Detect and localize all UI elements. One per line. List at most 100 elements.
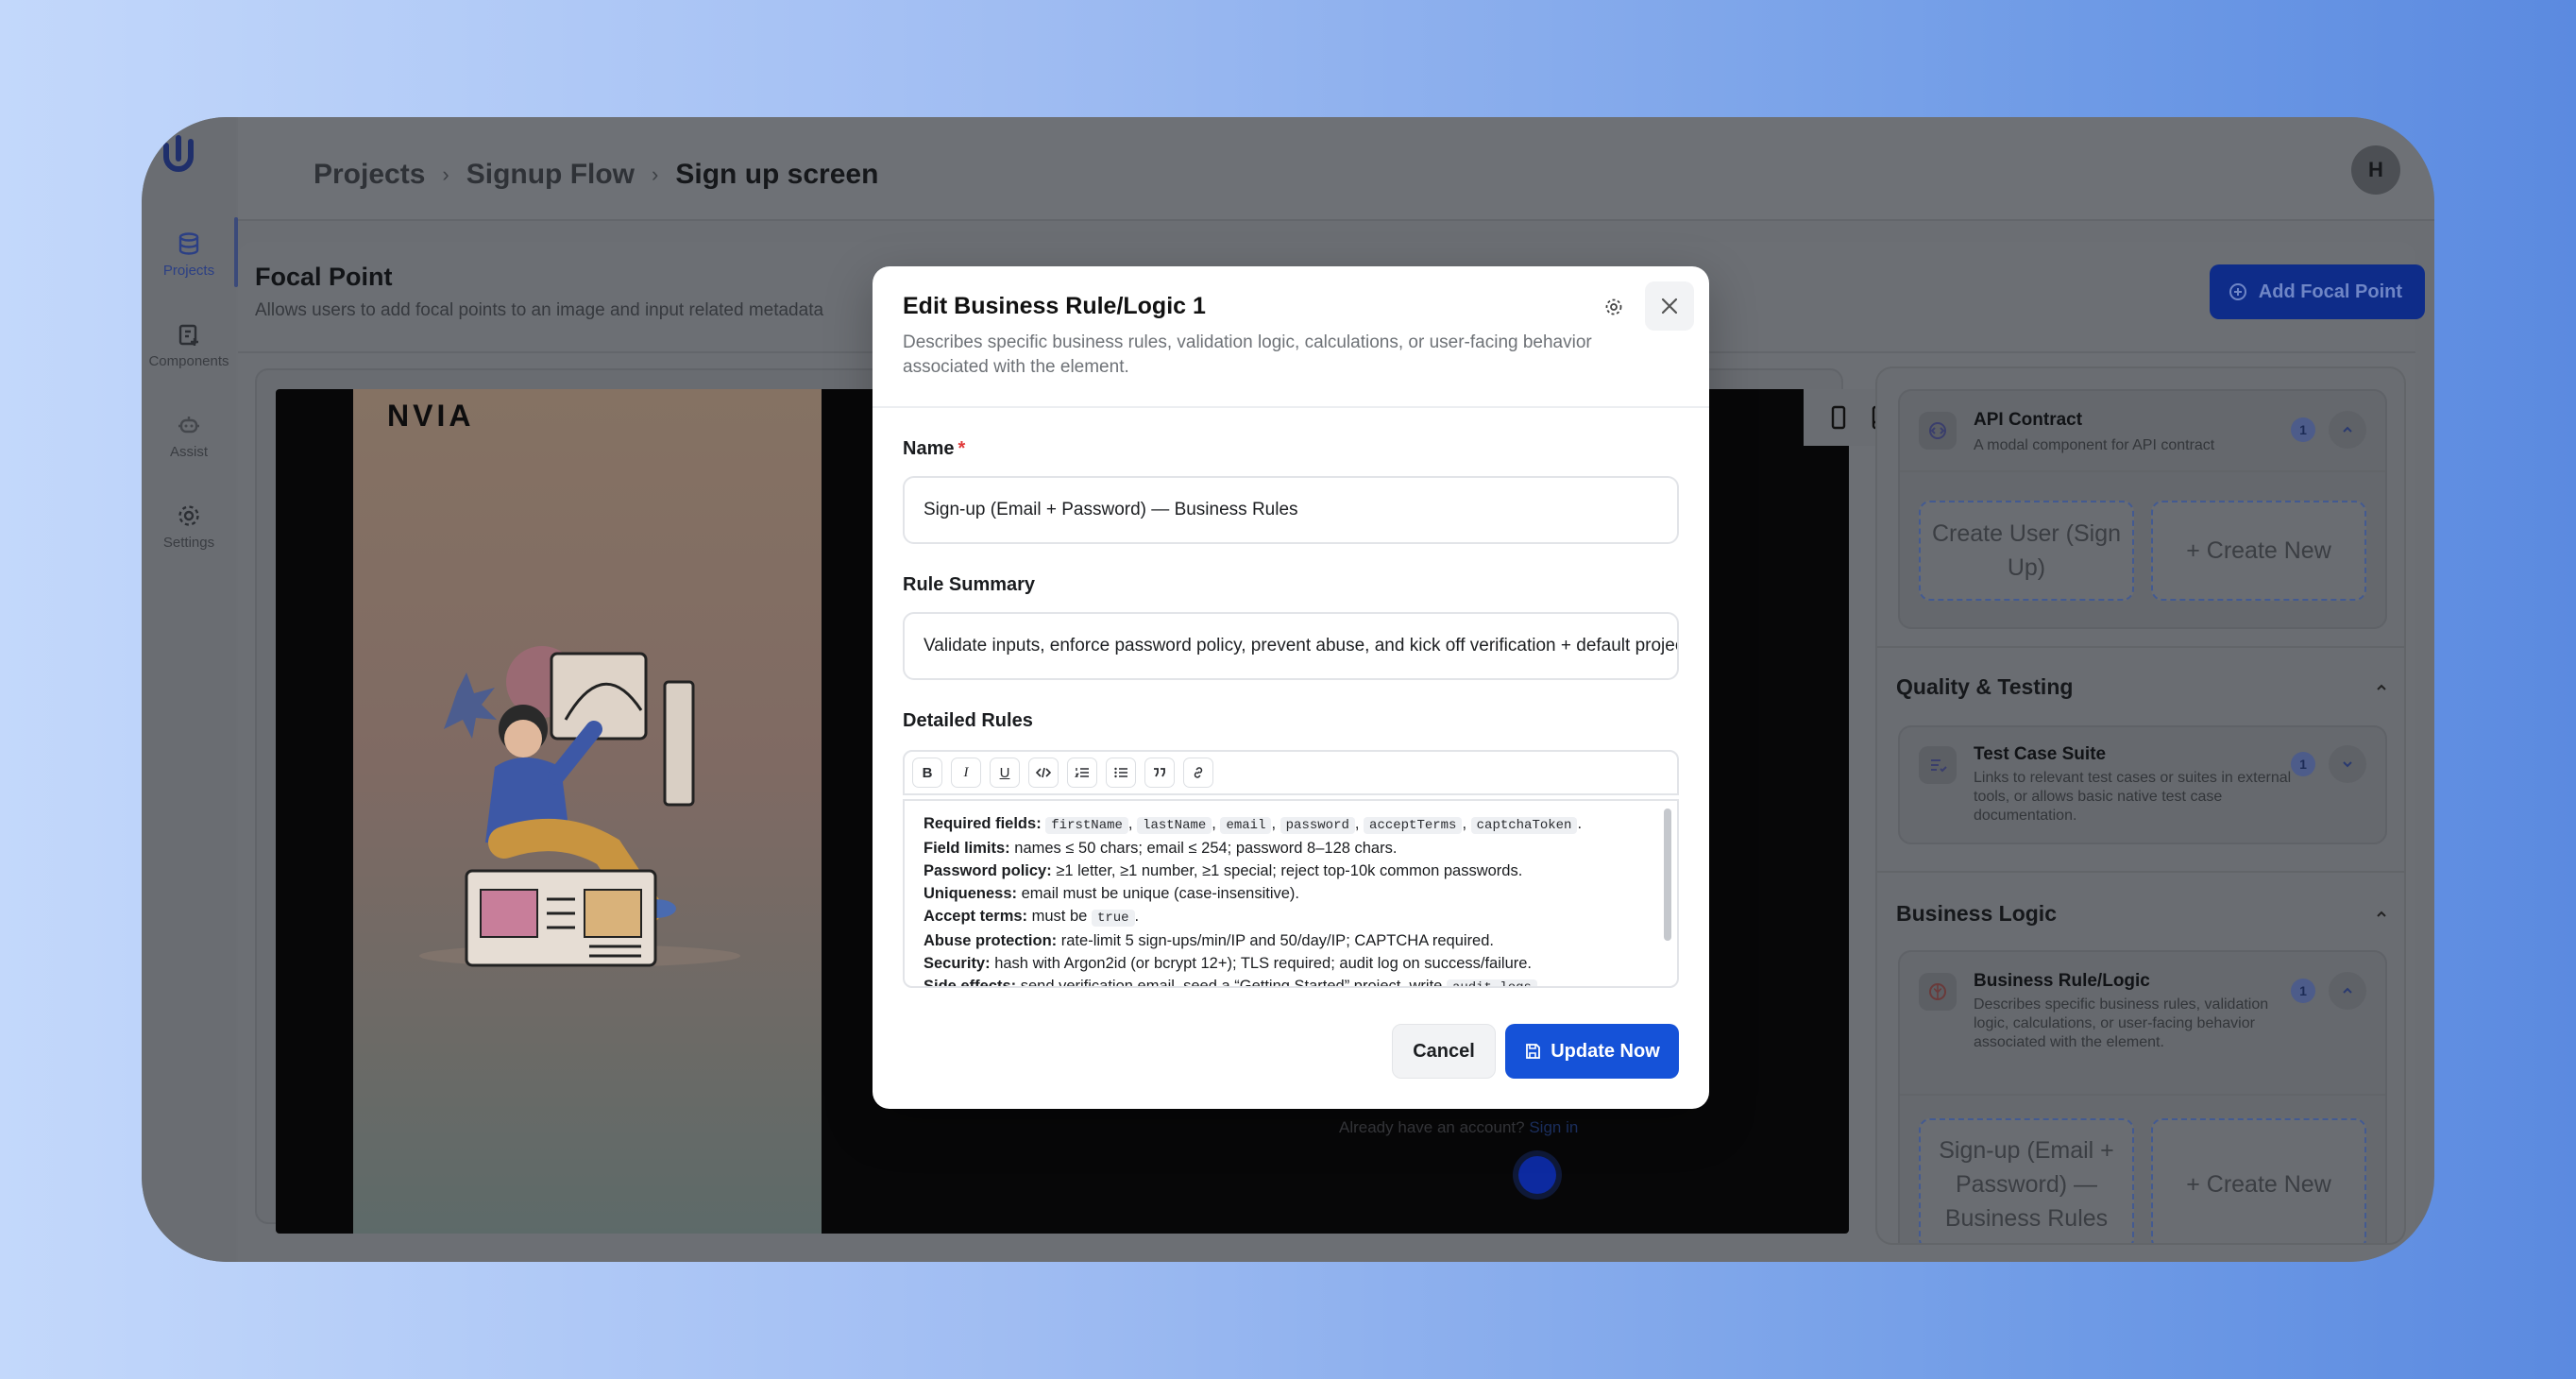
bullet-list-icon bbox=[1114, 767, 1127, 778]
create-new-button[interactable]: + Create New bbox=[2151, 501, 2366, 601]
edit-rule-modal: Edit Business Rule/Logic 1 Describes spe… bbox=[873, 266, 1709, 1109]
avatar[interactable]: H bbox=[2351, 145, 2400, 195]
rule-line: Required fields: firstName, lastName, em… bbox=[924, 815, 1583, 834]
count-badge: 1 bbox=[2291, 417, 2315, 442]
chevron-up-icon[interactable] bbox=[2329, 411, 2366, 449]
add-focal-point-label: Add Focal Point bbox=[2258, 281, 2402, 302]
update-button[interactable]: Update Now bbox=[1505, 1024, 1679, 1079]
breadcrumb-projects[interactable]: Projects bbox=[314, 159, 425, 191]
ordered-list-button[interactable] bbox=[1067, 758, 1097, 788]
quote-icon bbox=[1154, 768, 1165, 777]
add-focal-point-button[interactable]: Add Focal Point bbox=[2209, 264, 2425, 319]
brand-logo: NVIA bbox=[387, 399, 475, 433]
name-label: Name * bbox=[903, 438, 966, 459]
quote-button[interactable] bbox=[1144, 758, 1175, 788]
chevron-right-icon: › bbox=[652, 162, 659, 186]
breadcrumb-flow[interactable]: Signup Flow bbox=[466, 159, 635, 191]
illustration-panel: NVIA bbox=[353, 389, 822, 1234]
link-icon bbox=[1194, 767, 1203, 778]
scrollbar[interactable] bbox=[1664, 809, 1671, 941]
business-rule-group: Business Rule/Logic Describes specific b… bbox=[1898, 950, 2387, 1243]
ordered-list-icon bbox=[1075, 768, 1089, 777]
test-case-card[interactable]: Test Case Suite Links to relevant test c… bbox=[1898, 725, 2387, 844]
sidebar-item-components[interactable]: Components bbox=[142, 321, 236, 369]
api-icon bbox=[1919, 412, 1957, 450]
modal-title: Edit Business Rule/Logic 1 bbox=[903, 293, 1206, 319]
italic-button[interactable]: I bbox=[951, 758, 981, 788]
link-button[interactable] bbox=[1183, 758, 1213, 788]
checklist-icon bbox=[1919, 746, 1957, 784]
sidebar: Projects Components Assist Settings bbox=[142, 117, 238, 1262]
already-text: Already have an account? bbox=[1339, 1118, 1525, 1136]
cancel-button[interactable]: Cancel bbox=[1392, 1024, 1496, 1079]
page-description: Allows users to add focal points to an i… bbox=[255, 300, 824, 320]
page-title: Focal Point bbox=[255, 263, 393, 291]
card-title: Test Case Suite bbox=[1974, 744, 2107, 764]
chevron-right-icon: › bbox=[442, 162, 449, 186]
update-label: Update Now bbox=[1551, 1040, 1660, 1062]
clipboard-plus-icon bbox=[178, 324, 198, 346]
card-desc: A modal component for API contract bbox=[1974, 437, 2215, 453]
rule-line: Abuse protection: rate-limit 5 sign-ups/… bbox=[924, 932, 1494, 949]
sidebar-item-label: Projects bbox=[162, 263, 215, 279]
chevron-down-icon[interactable] bbox=[2329, 745, 2366, 783]
api-contract-item[interactable]: Create User (Sign Up) bbox=[1919, 501, 2134, 601]
summary-input[interactable]: Validate inputs, enforce password policy… bbox=[903, 612, 1679, 680]
rule-line: Accept terms: must be true. bbox=[924, 908, 1140, 927]
rules-editor[interactable]: Required fields: firstName, lastName, em… bbox=[903, 799, 1679, 988]
card-title: API Contract bbox=[1974, 410, 2083, 430]
sidebar-item-label: Assist bbox=[169, 444, 208, 460]
rule-line: Security: hash with Argon2id (or bcrypt … bbox=[924, 955, 1533, 972]
chevron-up-icon[interactable] bbox=[2329, 972, 2366, 1010]
code-button[interactable] bbox=[1028, 758, 1059, 788]
create-new-button[interactable]: + Create New bbox=[2151, 1118, 2366, 1243]
mobile-icon[interactable] bbox=[1830, 405, 1847, 430]
api-contract-group: API Contract A modal component for API c… bbox=[1898, 389, 2387, 629]
gear-icon bbox=[178, 505, 199, 526]
business-rule-item[interactable]: Sign-up (Email + Password) — Business Ru… bbox=[1919, 1118, 2134, 1243]
chevron-up-icon[interactable] bbox=[2374, 907, 2389, 922]
count-badge: 1 bbox=[2291, 979, 2315, 1003]
sidebar-item-label: Settings bbox=[162, 535, 215, 551]
bold-button[interactable]: B bbox=[912, 758, 942, 788]
app-logo-icon[interactable] bbox=[157, 132, 200, 176]
divider bbox=[873, 406, 1709, 408]
focal-point-marker[interactable] bbox=[1518, 1156, 1556, 1194]
card-desc: Links to relevant test cases or suites i… bbox=[1974, 770, 2292, 824]
code-icon bbox=[1036, 767, 1051, 778]
rule-line: Side effects: send verification email, s… bbox=[924, 975, 1656, 986]
settings-gear-icon[interactable] bbox=[1600, 293, 1628, 321]
signin-link[interactable]: Sign in bbox=[1529, 1118, 1578, 1136]
chevron-up-icon[interactable] bbox=[2374, 680, 2389, 695]
sidebar-item-projects[interactable]: Projects bbox=[142, 217, 238, 287]
rule-line: Password policy: ≥1 letter, ≥1 number, ≥… bbox=[924, 862, 1523, 879]
section-title-quality: Quality & Testing bbox=[1896, 674, 2074, 699]
divider bbox=[1900, 1094, 2385, 1096]
underline-button[interactable]: U bbox=[990, 758, 1020, 788]
editor-toolbar: B I U bbox=[903, 750, 1679, 795]
required-mark: * bbox=[958, 438, 966, 459]
section-title-business: Business Logic bbox=[1896, 901, 2057, 926]
designer-illustration bbox=[419, 646, 740, 967]
close-button[interactable] bbox=[1645, 281, 1694, 331]
sidebar-item-assist[interactable]: Assist bbox=[142, 412, 236, 460]
divider bbox=[1877, 646, 2404, 648]
detailed-rules-label: Detailed Rules bbox=[903, 710, 1033, 731]
breadcrumb: Projects › Signup Flow › Sign up screen bbox=[314, 159, 878, 191]
sidebar-item-label: Components bbox=[148, 353, 229, 369]
breadcrumb-current: Sign up screen bbox=[675, 159, 879, 190]
database-icon bbox=[178, 232, 199, 255]
top-bar: Projects › Signup Flow › Sign up screen … bbox=[238, 117, 2434, 221]
divider bbox=[1900, 470, 2385, 472]
name-input[interactable]: Sign-up (Email + Password) — Business Ru… bbox=[903, 476, 1679, 544]
divider bbox=[1877, 871, 2404, 873]
save-icon bbox=[1526, 1044, 1541, 1059]
robot-icon bbox=[178, 417, 199, 434]
summary-label: Rule Summary bbox=[903, 574, 1036, 595]
sidebar-item-settings[interactable]: Settings bbox=[142, 502, 236, 551]
properties-panel: API Contract A modal component for API c… bbox=[1875, 366, 2406, 1245]
rule-line: Field limits: names ≤ 50 chars; email ≤ … bbox=[924, 840, 1398, 857]
card-desc: Describes specific business rules, valid… bbox=[1974, 996, 2269, 1050]
bullet-list-button[interactable] bbox=[1106, 758, 1136, 788]
close-icon bbox=[1661, 298, 1678, 315]
